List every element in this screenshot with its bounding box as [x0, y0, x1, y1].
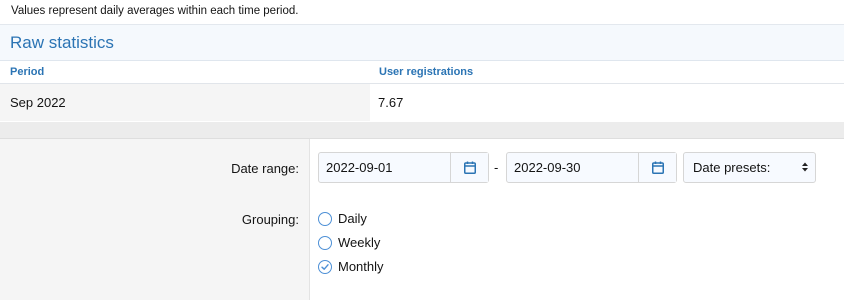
radio-label-monthly: Monthly: [338, 259, 384, 274]
date-presets-value: Date presets:: [693, 160, 771, 175]
date-range-label: Date range:: [231, 161, 299, 176]
date-from-value: 2022-09-01: [326, 160, 393, 175]
date-to-value: 2022-09-30: [514, 160, 581, 175]
calendar-icon: [652, 161, 664, 174]
check-icon: [321, 264, 329, 270]
date-from-calendar-button[interactable]: [450, 153, 488, 182]
column-header-period: Period: [10, 66, 45, 78]
date-from-input[interactable]: 2022-09-01: [318, 152, 489, 183]
date-presets-select[interactable]: Date presets:: [683, 152, 816, 183]
calendar-icon: [464, 161, 476, 174]
table-row: Sep 2022 7.67: [0, 84, 844, 121]
column-header-user-registrations: User registrations: [379, 66, 474, 78]
radio-monthly[interactable]: [318, 260, 332, 274]
date-to-input[interactable]: 2022-09-30: [506, 152, 677, 183]
date-range-separator: -: [494, 160, 499, 175]
registrations-cell: 7.67: [370, 84, 844, 121]
table-header-row: Period User registrations: [0, 61, 844, 84]
date-to-calendar-button[interactable]: [638, 153, 676, 182]
averages-note: Values represent daily averages within e…: [11, 5, 299, 17]
radio-daily[interactable]: [318, 212, 332, 226]
raw-statistics-block: Raw statistics Period User registrations…: [0, 24, 844, 122]
radio-weekly[interactable]: [318, 236, 332, 250]
section-separator: [0, 122, 844, 139]
radio-label-weekly: Weekly: [338, 235, 381, 250]
raw-statistics-title: Raw statistics: [10, 33, 114, 52]
select-arrows-icon: [802, 162, 808, 172]
registrations-value: 7.67: [378, 95, 404, 110]
period-value: Sep 2022: [10, 95, 66, 110]
grouping-label: Grouping:: [241, 212, 299, 227]
period-cell: Sep 2022: [0, 84, 370, 121]
radio-label-daily: Daily: [338, 211, 367, 226]
raw-statistics-header: Raw statistics: [0, 24, 844, 61]
form-label-column: Date range: Grouping:: [0, 139, 310, 300]
